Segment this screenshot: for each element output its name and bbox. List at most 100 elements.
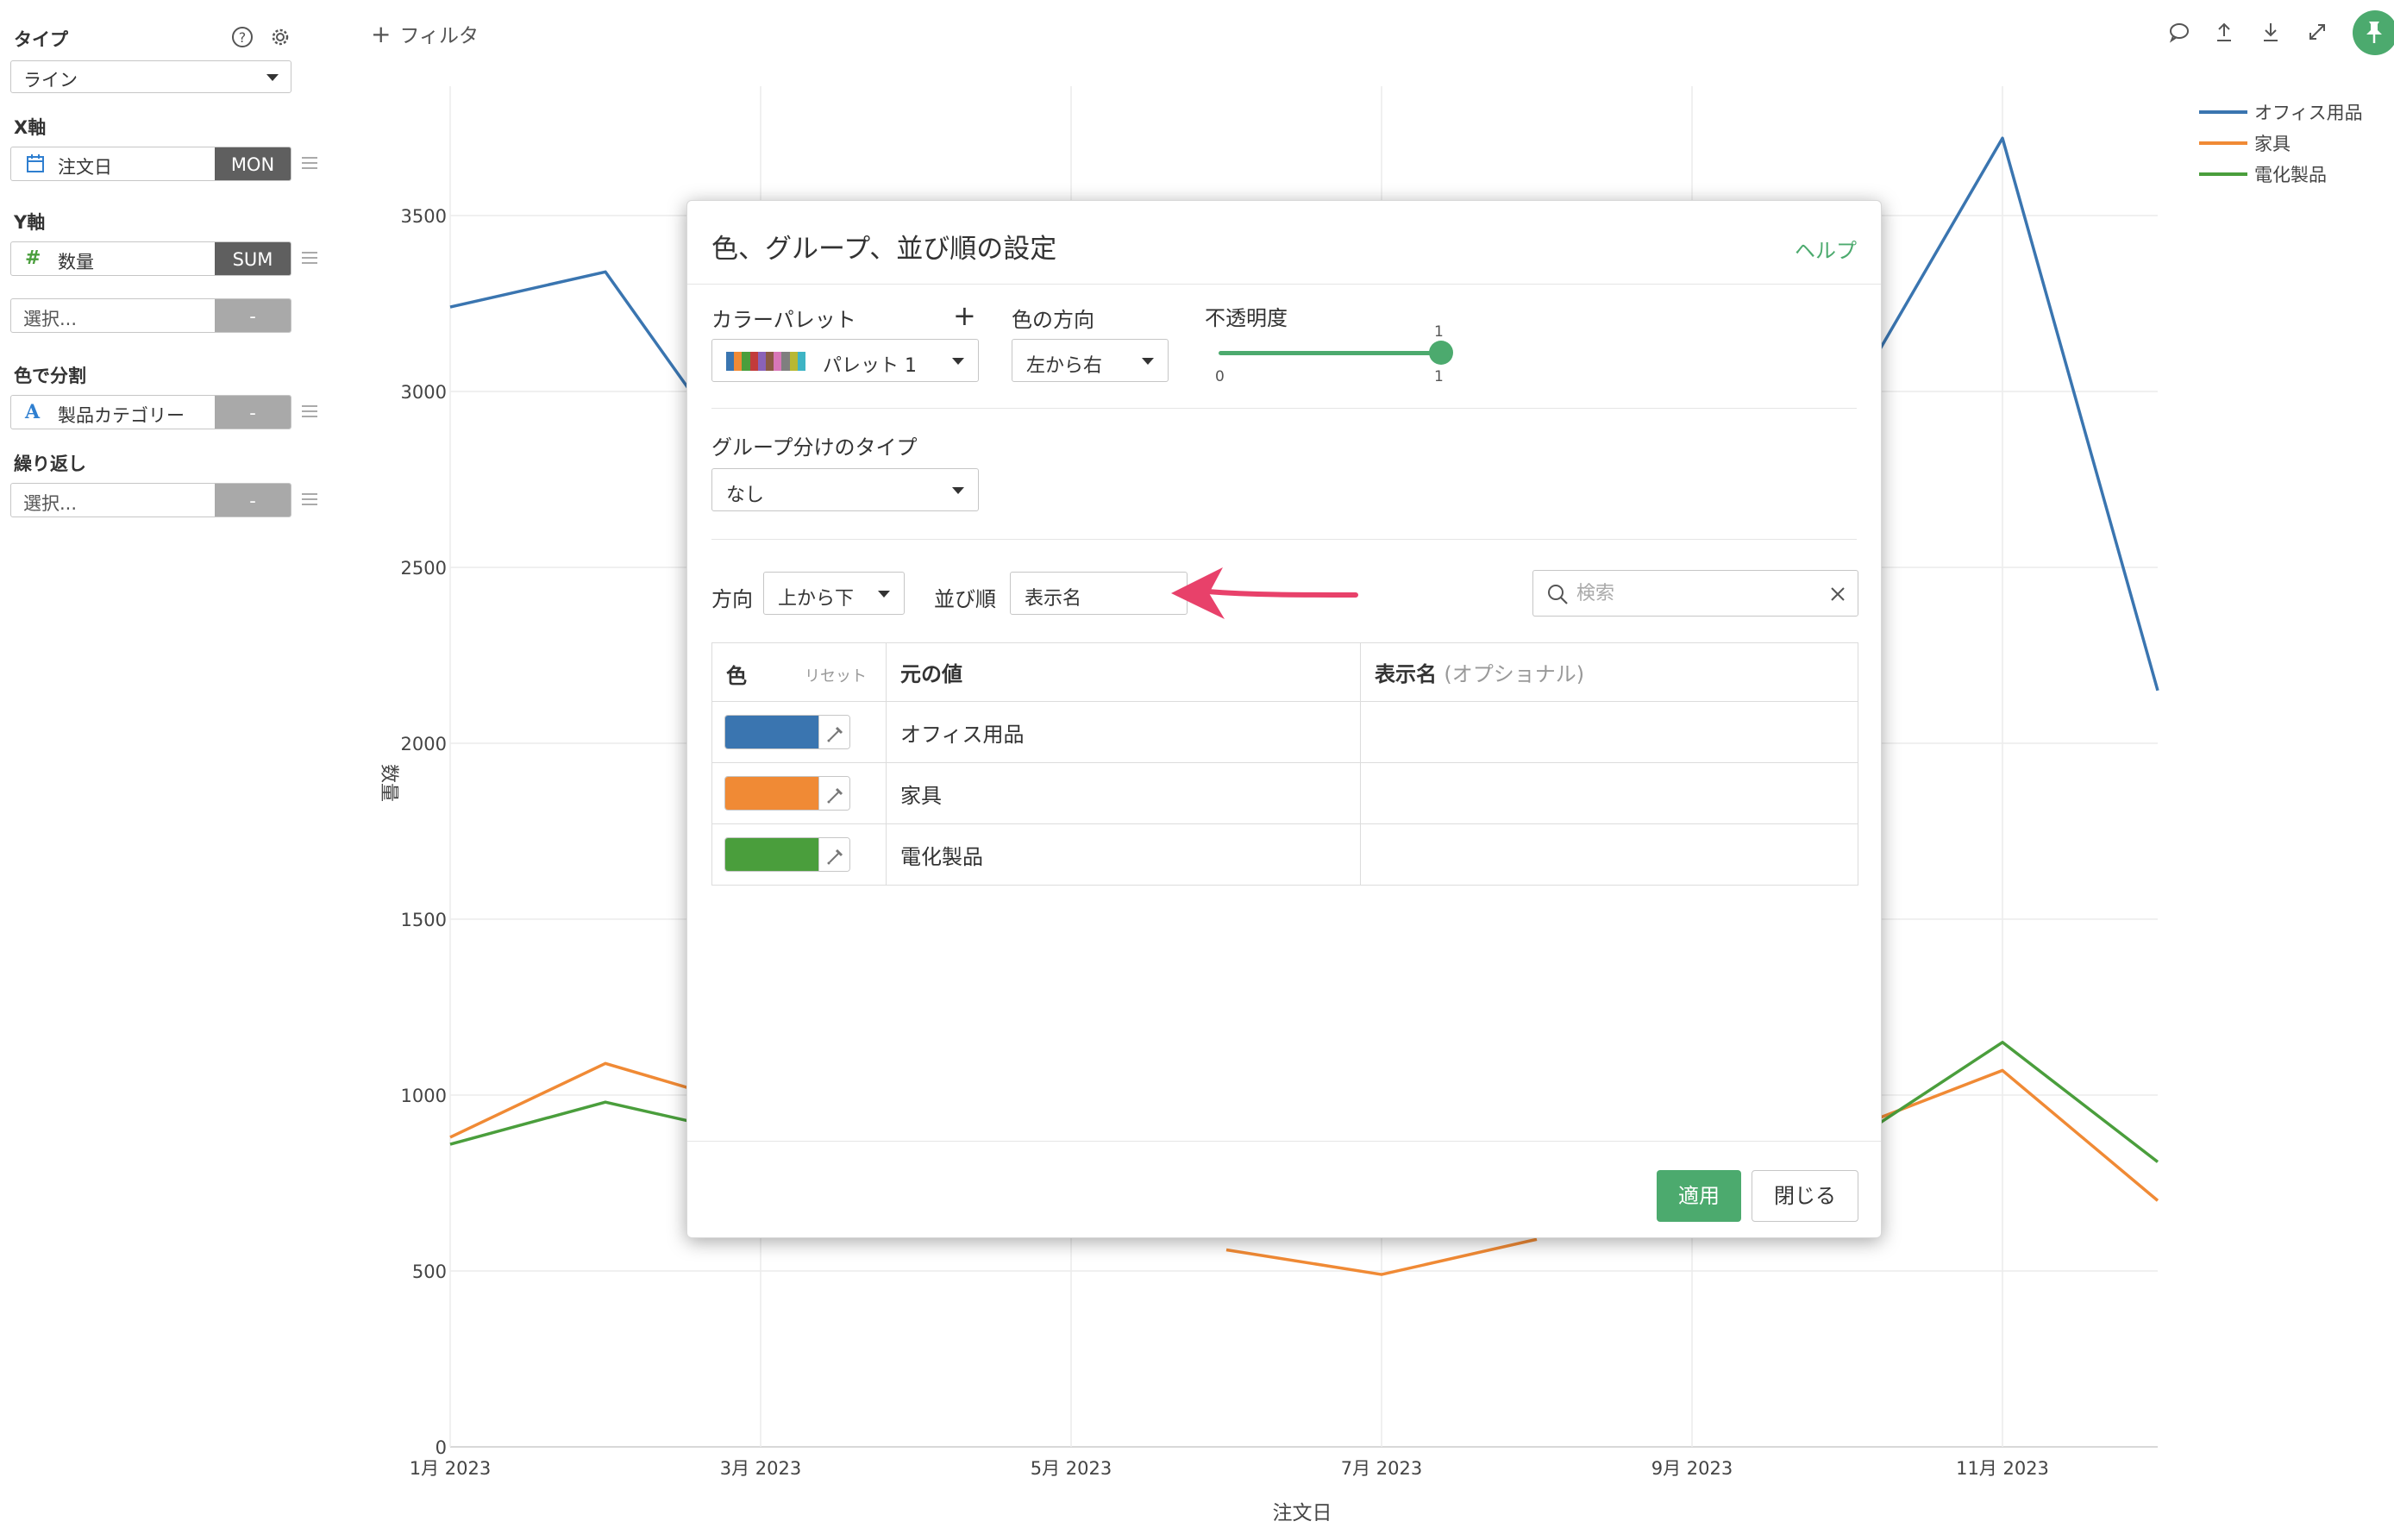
color-split-field-name: 製品カテゴリー xyxy=(58,405,185,426)
help-circle-icon[interactable]: ? xyxy=(231,26,254,48)
search-icon xyxy=(1548,585,1568,604)
order-direction-value: 上から下 xyxy=(778,588,855,610)
color-swatch xyxy=(725,838,818,871)
optional-hint: (オプショナル) xyxy=(1444,662,1585,686)
y-tick-label: 2500 xyxy=(401,558,447,579)
close-button[interactable]: 閉じる xyxy=(1752,1170,1858,1222)
color-split-label: 色で分割 xyxy=(14,366,86,386)
opacity-slider-handle[interactable] xyxy=(1429,341,1453,365)
dialog-header-divider xyxy=(687,284,1881,285)
dialog-title: 色、グループ、並び順の設定 xyxy=(711,234,1057,265)
hash-icon: # xyxy=(25,247,41,269)
x-axis-aggregation[interactable]: MON xyxy=(215,147,291,180)
opacity-slider-track[interactable] xyxy=(1219,351,1441,355)
color-split-aggregation[interactable]: - xyxy=(215,396,291,429)
palette-preview xyxy=(726,352,806,371)
legend-item[interactable]: オフィス用品 xyxy=(2199,97,2363,128)
chevron-down-icon xyxy=(952,487,964,494)
palette-select[interactable]: パレット 1 xyxy=(711,339,979,382)
column-header-original: 元の値 xyxy=(886,642,1361,702)
apply-button[interactable]: 適用 xyxy=(1657,1170,1741,1222)
color-split-field[interactable]: A 製品カテゴリー - xyxy=(10,395,291,429)
color-group-order-dialog: 色、グループ、並び順の設定 ヘルプ カラーパレット + パレット 1 色の方向 … xyxy=(686,200,1882,1238)
x-tick-label: 11月 2023 xyxy=(1956,1458,2049,1479)
order-direction-label: 方向 xyxy=(711,587,753,611)
sort-value: 表示名 xyxy=(1025,588,1082,610)
comment-icon[interactable] xyxy=(2168,21,2190,43)
color-picker-button[interactable] xyxy=(724,776,850,811)
y-axis-aggregation[interactable]: SUM xyxy=(215,242,291,275)
chart-type-select[interactable]: ライン xyxy=(10,60,291,93)
eyedropper-icon[interactable] xyxy=(818,777,849,810)
type-label: タイプ xyxy=(14,29,68,50)
search-input[interactable] xyxy=(1576,579,1818,607)
chevron-down-icon xyxy=(952,358,964,365)
color-direction-select[interactable]: 左から右 xyxy=(1012,339,1169,382)
y-axis-second-aggregation[interactable]: - xyxy=(215,299,291,332)
chevron-down-icon xyxy=(1142,358,1154,365)
y-axis-second-field[interactable]: 選択... - xyxy=(10,298,291,333)
color-picker-button[interactable] xyxy=(724,715,850,749)
legend-item[interactable]: 家具 xyxy=(2199,128,2363,159)
repeat-menu-icon[interactable] xyxy=(302,493,317,505)
group-type-select[interactable]: なし xyxy=(711,468,979,511)
y-axis-label: 数量 xyxy=(378,764,399,802)
color-picker-button[interactable] xyxy=(724,837,850,872)
color-cell xyxy=(711,762,887,824)
y-tick-label: 1000 xyxy=(401,1086,447,1106)
opacity-slider[interactable]: 1 0 1 xyxy=(1215,323,1453,385)
display-name-cell[interactable] xyxy=(1360,762,1858,824)
color-swatch xyxy=(725,777,818,810)
eyedropper-icon[interactable] xyxy=(818,716,849,748)
pin-button[interactable] xyxy=(2353,10,2394,55)
download-icon[interactable] xyxy=(2259,21,2282,43)
close-icon[interactable] xyxy=(1828,585,1847,604)
repeat-aggregation[interactable]: - xyxy=(215,484,291,516)
color-split-menu-icon[interactable] xyxy=(302,405,317,417)
legend-item[interactable]: 電化製品 xyxy=(2199,159,2363,190)
section-divider xyxy=(711,539,1857,540)
x-axis-section-label: X軸 xyxy=(14,117,47,138)
table-header-row: 色 リセット 元の値 表示名 (オプショナル) xyxy=(711,642,1858,702)
y-tick-label: 500 xyxy=(412,1261,447,1282)
x-axis-ticks: 1月 2023 3月 2023 5月 2023 7月 2023 9月 2023 11月 2… xyxy=(410,1458,2049,1479)
chart-type-value: ライン xyxy=(23,70,78,91)
eyedropper-icon[interactable] xyxy=(818,838,849,871)
y-tick-label: 0 xyxy=(436,1437,447,1458)
repeat-field[interactable]: 選択... - xyxy=(10,483,291,517)
x-axis-menu-icon[interactable] xyxy=(302,157,317,169)
x-tick-label: 5月 2023 xyxy=(1031,1458,1112,1479)
y-axis-menu-icon[interactable] xyxy=(302,252,317,264)
y-axis-field-name: 数量 xyxy=(58,252,94,272)
opacity-current-value: 1 xyxy=(1434,323,1444,341)
palette-label: カラーパレット xyxy=(711,308,856,332)
search-box[interactable] xyxy=(1532,570,1858,617)
filter-label: フィルタ xyxy=(399,25,479,47)
x-axis-field[interactable]: 注文日 MON xyxy=(10,147,291,181)
display-name-cell[interactable] xyxy=(1360,823,1858,886)
order-direction-select[interactable]: 上から下 xyxy=(763,572,905,615)
group-type-value: なし xyxy=(726,485,765,506)
x-tick-label: 3月 2023 xyxy=(720,1458,801,1479)
help-link[interactable]: ヘルプ xyxy=(1795,234,1857,264)
y-axis-field[interactable]: # 数量 SUM xyxy=(10,241,291,276)
legend-label: 家具 xyxy=(2254,134,2291,154)
display-name-cell[interactable] xyxy=(1360,701,1858,763)
repeat-label: 繰り返し xyxy=(14,454,86,474)
reset-colors-link[interactable]: リセット xyxy=(805,664,867,686)
y-axis-ticks: 0 500 1000 1500 2000 2500 3000 3500 xyxy=(401,206,447,1458)
dialog-footer-divider xyxy=(687,1141,1881,1142)
gear-icon[interactable] xyxy=(269,26,291,48)
original-value-cell: 電化製品 xyxy=(886,823,1361,886)
legend-swatch xyxy=(2199,141,2247,145)
color-cell xyxy=(711,701,887,763)
expand-icon[interactable] xyxy=(2306,21,2328,43)
original-value-cell: 家具 xyxy=(886,762,1361,824)
x-tick-label: 9月 2023 xyxy=(1651,1458,1733,1479)
add-filter-button[interactable]: + フィルタ xyxy=(371,19,479,48)
add-palette-button[interactable]: + xyxy=(953,299,976,332)
original-value-cell: オフィス用品 xyxy=(886,701,1361,763)
x-tick-label: 7月 2023 xyxy=(1341,1458,1422,1479)
upload-icon[interactable] xyxy=(2213,21,2235,43)
y-tick-label: 3000 xyxy=(401,382,447,403)
